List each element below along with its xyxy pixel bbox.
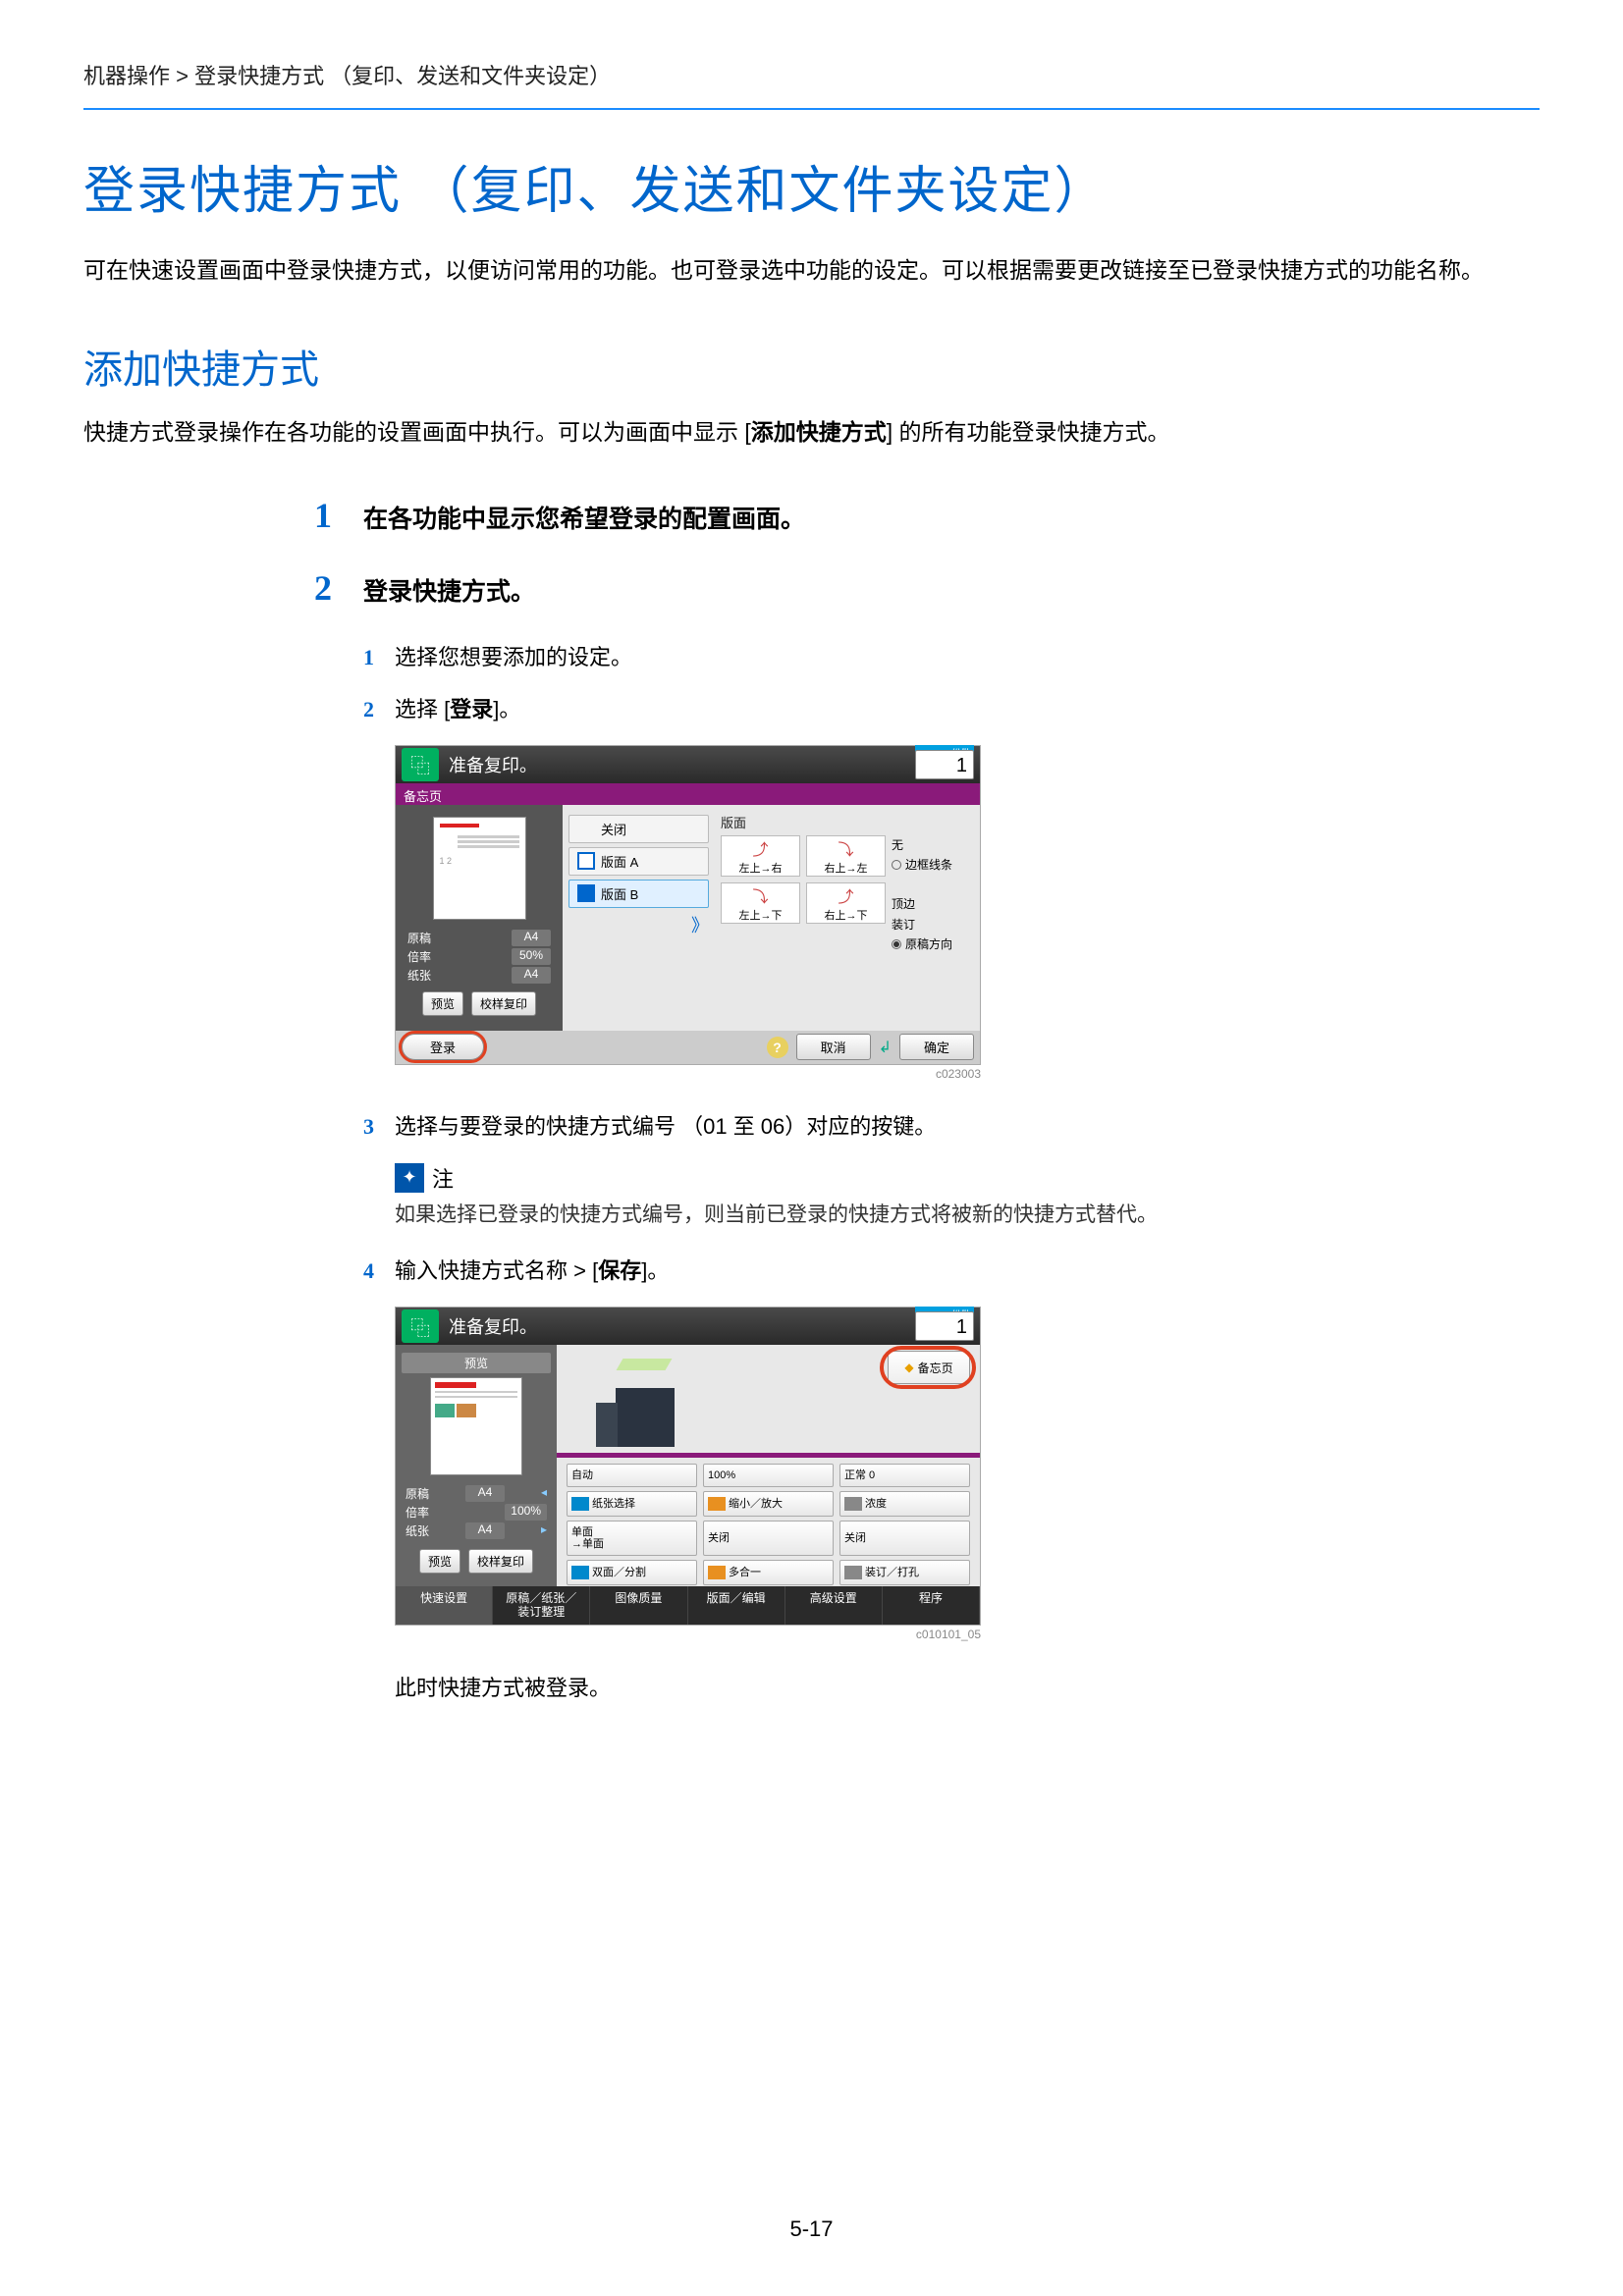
step-1: 1 在各功能中显示您希望登录的配置画面。 bbox=[314, 495, 1540, 539]
favorites-bar: 备忘页 bbox=[396, 783, 980, 805]
bottom-tabs: 快速设置 原稿／纸张／ 装订整理 图像质量 版面／编辑 高级设置 程序 bbox=[396, 1586, 980, 1625]
final-text: 此时快捷方式被登录。 bbox=[395, 1671, 1540, 1702]
preview-thumbnail: 1 2 bbox=[433, 817, 526, 920]
panel-title: 准备复印。 bbox=[449, 1313, 537, 1339]
paper-select-button[interactable]: 自动 bbox=[567, 1464, 697, 1487]
substep-1: 1 选择您想要添加的设定。 bbox=[363, 641, 1540, 673]
note-body: 如果选择已登录的快捷方式编号，则当前已登录的快捷方式将被新的快捷方式替代。 bbox=[395, 1200, 1540, 1231]
step-2: 2 登录快捷方式。 bbox=[314, 567, 1540, 612]
orig-direction[interactable]: 原稿方向 bbox=[892, 934, 970, 954]
header-rule bbox=[83, 108, 1540, 110]
preview-column: 预览 原稿A4◂ 倍率100% 纸张A4▸ 预览 校样复印 bbox=[396, 1345, 557, 1586]
proof-copy-button[interactable]: 校样复印 bbox=[468, 1549, 533, 1574]
preview-thumbnail bbox=[430, 1377, 522, 1475]
ok-button[interactable]: 确定 bbox=[899, 1034, 974, 1060]
help-icon[interactable]: ? bbox=[767, 1037, 788, 1058]
tab-program[interactable]: 程序 bbox=[883, 1586, 980, 1625]
duplex-label[interactable]: 双面／分割 bbox=[567, 1560, 697, 1585]
staple-label[interactable]: 装订／打孔 bbox=[839, 1560, 970, 1585]
enter-icon: ↲ bbox=[879, 1038, 892, 1057]
copy-icon: ⿻ bbox=[402, 748, 439, 781]
step-title: 登录快捷方式。 bbox=[363, 574, 535, 612]
settings-column: 版面 ⤴左上→右 ⤵右上→左 ⤵左上→下 ⤴右上→下 无 边框线条 bbox=[715, 805, 980, 1031]
substep-3: 3 选择与要登录的快捷方式编号 （01 至 06）对应的按键。 bbox=[363, 1110, 1540, 1143]
binding[interactable]: 装订 bbox=[892, 915, 970, 934]
layout-cell[interactable]: ⤵右上→左 bbox=[806, 835, 886, 877]
copies-value[interactable]: 1 bbox=[915, 1311, 974, 1341]
tab-original[interactable]: 原稿／纸张／ 装订整理 bbox=[493, 1586, 590, 1625]
note-header: ✦ 注 bbox=[395, 1162, 1540, 1194]
layout-cell[interactable]: ⤵左上→下 bbox=[721, 882, 800, 924]
page-number: 5-17 bbox=[0, 2216, 1623, 2242]
tab-advanced[interactable]: 高级设置 bbox=[785, 1586, 883, 1625]
section-title: 添加快捷方式 bbox=[83, 338, 1540, 395]
paper-select-label[interactable]: 纸张选择 bbox=[567, 1491, 697, 1517]
panel-title: 准备复印。 bbox=[449, 752, 537, 777]
substep-4: 4 输入快捷方式名称 > [保存]。 bbox=[363, 1255, 1540, 1287]
image-code: c010101_05 bbox=[395, 1628, 981, 1641]
zoom-button[interactable]: 100% bbox=[703, 1464, 834, 1487]
panel-footer: 登录 ? 取消 ↲ 确定 bbox=[396, 1031, 980, 1064]
duplex-button[interactable]: 单面 →单面 bbox=[567, 1521, 697, 1556]
step-title: 在各功能中显示您希望登录的配置画面。 bbox=[363, 502, 805, 539]
intro-text: 可在快速设置画面中登录快捷方式，以便访问常用的功能。也可登录选中功能的设定。可以… bbox=[83, 252, 1540, 289]
section-intro: 快捷方式登录操作在各功能的设置画面中执行。可以为画面中显示 [添加快捷方式] 的… bbox=[83, 414, 1540, 451]
substep-number: 4 bbox=[363, 1258, 395, 1284]
printer-icon bbox=[596, 1359, 704, 1447]
density-button[interactable]: 正常 0 bbox=[839, 1464, 970, 1487]
option-off[interactable]: 关闭 bbox=[568, 815, 709, 843]
highlight-circle bbox=[880, 1346, 976, 1389]
substep-number: 3 bbox=[363, 1114, 395, 1140]
option-layout-a[interactable]: 版面 A bbox=[568, 847, 709, 876]
border-lines[interactable]: 边框线条 bbox=[892, 855, 970, 875]
copy-icon: ⿻ bbox=[402, 1309, 439, 1343]
substep-number: 1 bbox=[363, 645, 395, 670]
step-number: 1 bbox=[314, 495, 363, 536]
breadcrumb: 机器操作 > 登录快捷方式 （复印、发送和文件夹设定） bbox=[83, 59, 1540, 90]
option-layout-b[interactable]: 版面 B bbox=[568, 880, 709, 908]
substep-text: 输入快捷方式名称 > [保存]。 bbox=[395, 1255, 1540, 1287]
image-code: c023003 bbox=[395, 1067, 981, 1081]
cancel-button[interactable]: 取消 bbox=[796, 1034, 871, 1060]
tab-layout[interactable]: 版面／编辑 bbox=[688, 1586, 785, 1625]
option-column: 关闭 版面 A 版面 B 》 bbox=[563, 805, 715, 1031]
preview-label: 预览 bbox=[402, 1353, 551, 1373]
top-edge[interactable]: 顶边 bbox=[892, 894, 970, 914]
step-number: 2 bbox=[314, 567, 363, 609]
section-label: 版面 bbox=[721, 813, 970, 831]
zoom-label[interactable]: 缩小／放大 bbox=[703, 1491, 834, 1517]
copies-value[interactable]: 1 bbox=[915, 750, 974, 779]
preview-button[interactable]: 预览 bbox=[422, 991, 463, 1016]
tab-quality[interactable]: 图像质量 bbox=[590, 1586, 687, 1625]
substep-number: 2 bbox=[363, 697, 395, 722]
note-icon: ✦ bbox=[395, 1163, 424, 1193]
tab-quick[interactable]: 快速设置 bbox=[396, 1586, 493, 1625]
divider bbox=[557, 1453, 980, 1458]
layout-cell[interactable]: ⤴右上→下 bbox=[806, 882, 886, 924]
panel-header: ⿻ 准备复印。 份数 1 bbox=[396, 1308, 980, 1345]
substep-text: 选择 [登录]。 bbox=[395, 693, 1540, 725]
combine-label[interactable]: 多合一 bbox=[703, 1560, 834, 1585]
main-column: ◆备忘页 自动 100% 正常 0 纸张选择 缩小／放大 浓度 单面 →单面 关… bbox=[557, 1345, 980, 1586]
screenshot-2: ⿻ 准备复印。 份数 1 预览 原稿A4◂ 倍率100% 纸张A4▸ bbox=[395, 1307, 1540, 1641]
substep-2: 2 选择 [登录]。 bbox=[363, 693, 1540, 725]
substep-text: 选择与要登录的快捷方式编号 （01 至 06）对应的按键。 bbox=[395, 1110, 1540, 1143]
panel-header: ⿻ 准备复印。 份数 1 bbox=[396, 746, 980, 783]
register-button[interactable]: 登录 bbox=[402, 1034, 484, 1060]
note-title: 注 bbox=[432, 1162, 454, 1194]
preview-button[interactable]: 预览 bbox=[419, 1549, 460, 1574]
staple-button[interactable]: 关闭 bbox=[839, 1521, 970, 1556]
substep-text: 选择您想要添加的设定。 bbox=[395, 641, 1540, 673]
combine-button[interactable]: 关闭 bbox=[703, 1521, 834, 1556]
page-title: 登录快捷方式 （复印、发送和文件夹设定） bbox=[83, 149, 1540, 223]
proof-copy-button[interactable]: 校样复印 bbox=[471, 991, 536, 1016]
screenshot-1: ⿻ 准备复印。 份数 1 备忘页 1 2 原稿A4 倍率50% 纸张A4 预览 … bbox=[395, 745, 1540, 1081]
border-none[interactable]: 无 bbox=[892, 835, 970, 855]
preview-column: 1 2 原稿A4 倍率50% 纸张A4 预览 校样复印 bbox=[396, 805, 563, 1031]
layout-cell[interactable]: ⤴左上→右 bbox=[721, 835, 800, 877]
chevron-right-icon: 》 bbox=[568, 912, 709, 937]
density-label[interactable]: 浓度 bbox=[839, 1491, 970, 1517]
